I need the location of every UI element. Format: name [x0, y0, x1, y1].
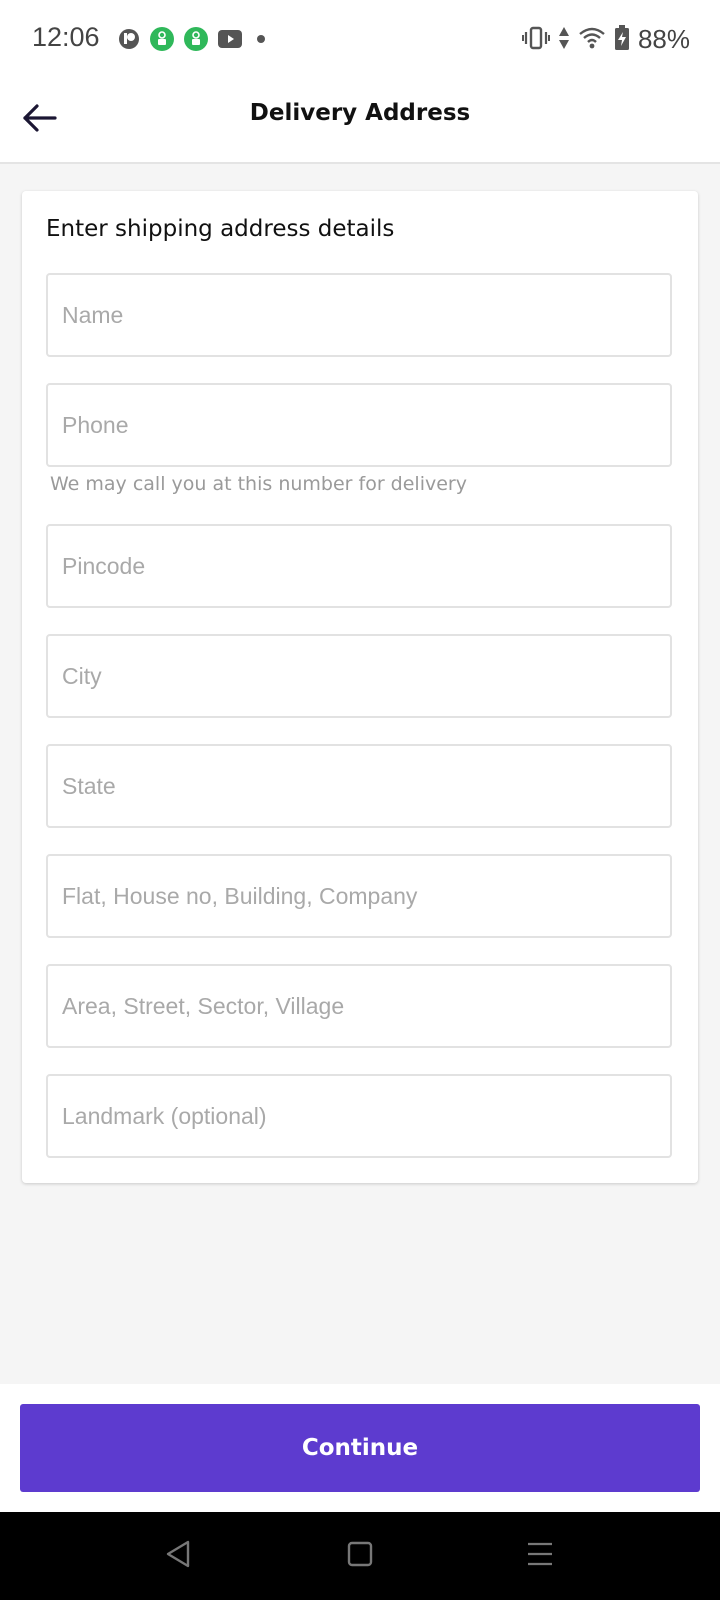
square-home-icon — [347, 1541, 373, 1571]
pincode-field[interactable] — [46, 524, 672, 608]
dot-icon — [252, 30, 270, 52]
screen: 12:06 88% Delivery Address Enter shippin… — [0, 0, 720, 1600]
face-circle-icon — [118, 28, 140, 54]
phone-helper-text: We may call you at this number for deliv… — [50, 473, 467, 495]
system-nav-bar — [0, 1512, 720, 1600]
arrow-left-icon — [22, 103, 58, 137]
landmark-field[interactable] — [46, 1074, 672, 1158]
status-notification-icons — [118, 27, 270, 55]
menu-lines-icon — [526, 1541, 554, 1571]
bottom-action-bar: Continue — [0, 1384, 720, 1512]
youtube-icon — [218, 29, 242, 53]
area-input[interactable] — [48, 966, 670, 1046]
status-time: 12:06 — [32, 22, 100, 52]
landmark-input[interactable] — [48, 1076, 670, 1156]
nav-back-button[interactable] — [158, 1536, 198, 1576]
page-title: Delivery Address — [249, 100, 471, 126]
city-input[interactable] — [48, 636, 670, 716]
vibrate-icon — [521, 25, 550, 55]
flat-field[interactable] — [46, 854, 672, 938]
name-input[interactable] — [48, 275, 670, 355]
back-button[interactable] — [12, 92, 68, 148]
nav-menu-button[interactable] — [520, 1536, 560, 1576]
nav-home-button[interactable] — [340, 1536, 380, 1576]
battery-percent: 88% — [637, 24, 690, 54]
form-heading: Enter shipping address details — [46, 216, 395, 242]
phone-field[interactable] — [46, 383, 672, 467]
data-arrows-icon — [558, 25, 570, 55]
state-field[interactable] — [46, 744, 672, 828]
continue-button[interactable]: Continue — [20, 1404, 700, 1492]
battery-charging-icon — [614, 24, 630, 55]
address-form-card: Enter shipping address details We may ca… — [22, 191, 698, 1183]
pincode-input[interactable] — [48, 526, 670, 606]
phone-input[interactable] — [48, 385, 670, 465]
state-input[interactable] — [48, 746, 670, 826]
area-field[interactable] — [46, 964, 672, 1048]
app-green-icon — [184, 27, 208, 55]
app-bar: Delivery Address — [0, 80, 720, 164]
status-system-icons: 88% — [521, 24, 690, 55]
name-field[interactable] — [46, 273, 672, 357]
status-bar: 12:06 88% — [0, 0, 720, 80]
city-field[interactable] — [46, 634, 672, 718]
wifi-icon — [578, 26, 606, 54]
flat-input[interactable] — [48, 856, 670, 936]
app-green-icon — [150, 27, 174, 55]
triangle-back-icon — [164, 1539, 192, 1573]
